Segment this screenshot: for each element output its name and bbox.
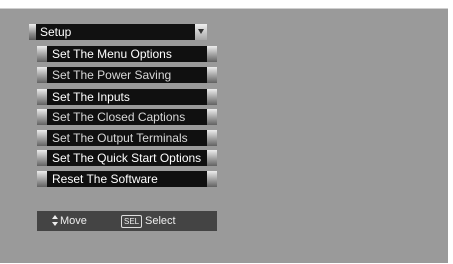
- menu-item-left-edge: [37, 130, 47, 146]
- menu-item-label: Set The Power Saving: [52, 68, 172, 82]
- menu-item-right-edge: [207, 171, 217, 187]
- sel-key-icon: SEL: [121, 215, 143, 228]
- menu-item-left-edge: [37, 46, 47, 62]
- menu-item-left-edge: [37, 67, 47, 83]
- menu-item-left-edge: [37, 89, 47, 105]
- menu-item-right-edge: [207, 46, 217, 62]
- menu-item-power-saving[interactable]: Set The Power Saving: [37, 67, 217, 83]
- menu-item-label: Set The Inputs: [52, 90, 130, 104]
- menu-item-right-edge: [207, 150, 217, 166]
- menu-item-left-edge: [37, 171, 47, 187]
- menu-item-label: Set The Quick Start Options: [52, 151, 202, 165]
- menu-item-closed-captions[interactable]: Set The Closed Captions: [37, 109, 217, 125]
- menu-item-inputs[interactable]: Set The Inputs: [37, 89, 217, 105]
- menu-item-left-edge: [37, 109, 47, 125]
- menu-item-left-edge: [37, 150, 47, 166]
- dropdown-arrow-icon[interactable]: [195, 24, 207, 40]
- osd-screen: Setup Set The Menu Options Set The Power…: [0, 8, 448, 263]
- menu-item-right-edge: [207, 130, 217, 146]
- menu-item-label: Set The Menu Options: [52, 47, 172, 61]
- menu-item-menu-options[interactable]: Set The Menu Options: [37, 46, 217, 62]
- button-guide: Move SEL Select: [37, 211, 217, 231]
- select-hint: Select: [145, 215, 176, 227]
- menu-title: Setup: [40, 25, 72, 39]
- menu-item-right-edge: [207, 109, 217, 125]
- menu-item-reset-software[interactable]: Reset The Software: [37, 171, 217, 187]
- menu-item-output-terminals[interactable]: Set The Output Terminals: [37, 130, 217, 146]
- menu-item-label: Set The Output Terminals: [52, 131, 188, 145]
- title-edge: [29, 24, 36, 40]
- move-hint: Move: [60, 215, 87, 227]
- menu-item-right-edge: [207, 67, 217, 83]
- menu-item-right-edge: [207, 89, 217, 105]
- menu-item-label: Reset The Software: [52, 172, 158, 186]
- menu-item-quick-start[interactable]: Set The Quick Start Options: [37, 150, 217, 166]
- setup-title-bar[interactable]: Setup: [29, 24, 207, 40]
- up-down-arrow-icon: [51, 215, 59, 227]
- menu-item-label: Set The Closed Captions: [52, 110, 186, 124]
